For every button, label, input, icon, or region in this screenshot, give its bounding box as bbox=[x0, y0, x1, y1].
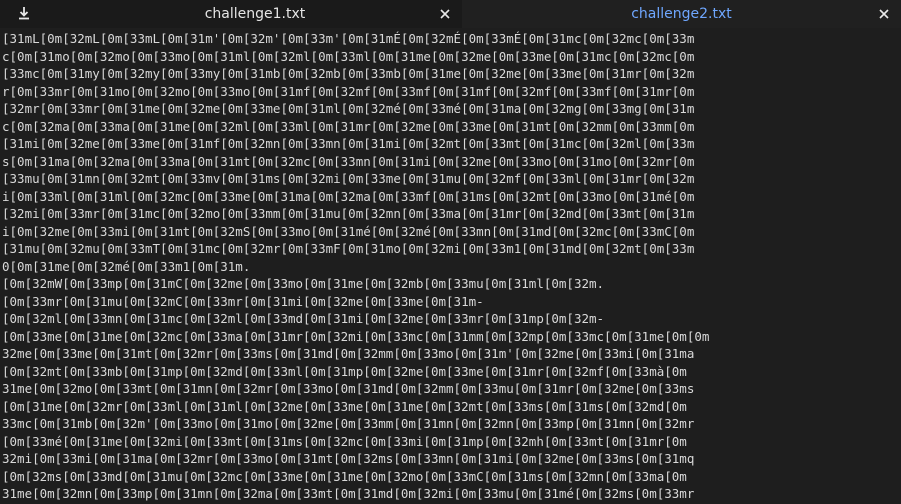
document-line: [0m[32mW[0m[33mp[0m[31mC[0m[32me[0m[33mo… bbox=[2, 276, 605, 291]
document-line: 33mc[0m[31mb[0m[32m'[0m[33mo[0m[31mo[0m[… bbox=[2, 416, 695, 431]
document-line: i[0m[33ml[0m[31ml[0m[32mc[0m[33me[0m[31m… bbox=[2, 188, 695, 204]
document-line: [33mc[0m[31my[0m[32my[0m[33my[0m[31mb[0m… bbox=[2, 66, 695, 81]
tab-close-button[interactable] bbox=[877, 6, 891, 20]
document-line: 31me[0m[32mo[0m[33mt[0m[31mn[0m[32mr[0m[… bbox=[2, 381, 695, 396]
document-line: c[0m[32ma[0m[33ma[0m[31me[0m[32ml[0m[33m… bbox=[2, 118, 695, 134]
document-line: 0[0m[31me[0m[32mé[0m[33m1[0m[31m. bbox=[2, 258, 251, 274]
document-line: s[0m[31ma[0m[32ma[0m[33ma[0m[31mt[0m[32m… bbox=[2, 153, 695, 169]
document-text-area[interactable]: [31mL[0m[32mL[0m[33mL[0m[31m'[0m[32m'[0m… bbox=[0, 28, 901, 504]
close-icon bbox=[440, 4, 450, 23]
document-line: c[0m[31mo[0m[32mo[0m[33mo[0m[31ml[0m[32m… bbox=[2, 48, 695, 64]
document-line: [0m[33me[0m[31me[0m[32mc[0m[33ma[0m[31mr… bbox=[2, 328, 710, 344]
tab-label: challenge1.txt bbox=[204, 6, 306, 22]
document-line: i[0m[32me[0m[33mi[0m[31mt[0m[32mS[0m[33m… bbox=[2, 223, 695, 239]
document-line: [33mu[0m[31mn[0m[32mt[0m[33mv[0m[31ms[0m… bbox=[2, 171, 695, 186]
close-icon bbox=[879, 4, 889, 23]
document-line: 32mi[0m[33mi[0m[31ma[0m[32mr[0m[33mo[0m[… bbox=[2, 451, 695, 466]
document-line: [31mL[0m[32mL[0m[33mL[0m[31m'[0m[32m'[0m… bbox=[2, 31, 695, 46]
document-line: 31me[0m[32mn[0m[33mp[0m[31mn[0m[32ma[0m[… bbox=[2, 486, 695, 501]
document-line: [0m[32ms[0m[33md[0m[31mu[0m[32mc[0m[33me… bbox=[2, 468, 687, 484]
tab-label: challenge2.txt bbox=[631, 6, 732, 22]
document-line: r[0m[33mr[0m[31mo[0m[32mo[0m[33mo[0m[31m… bbox=[2, 83, 695, 99]
document-line: [0m[33mé[0m[31me[0m[32mi[0m[33mt[0m[31ms… bbox=[2, 433, 687, 449]
document-line: [0m[32ml[0m[33mn[0m[31mc[0m[32ml[0m[33md… bbox=[2, 311, 605, 326]
document-line: [31mu[0m[32mu[0m[33mT[0m[31mc[0m[32mr[0m… bbox=[2, 241, 695, 256]
document-line: [32mr[0m[33mr[0m[31me[0m[32me[0m[33me[0m… bbox=[2, 101, 695, 116]
download-button[interactable] bbox=[0, 0, 48, 28]
tab-close-button[interactable] bbox=[438, 6, 452, 20]
tab-bar: challenge1.txt challenge2.txt bbox=[0, 0, 901, 28]
document-line: [32mi[0m[33mr[0m[31mc[0m[32mo[0m[33mm[0m… bbox=[2, 206, 695, 221]
document-line: 32me[0m[33me[0m[31mt[0m[32mr[0m[33ms[0m[… bbox=[2, 346, 695, 361]
document-line: [0m[31me[0m[32mr[0m[33ml[0m[31ml[0m[32me… bbox=[2, 398, 687, 414]
document-line: [0m[32mt[0m[33mb[0m[31mp[0m[32md[0m[33ml… bbox=[2, 363, 687, 379]
document-line: [0m[33mr[0m[31mu[0m[32mC[0m[33mr[0m[31mi… bbox=[2, 293, 484, 309]
document-line: [31mi[0m[32me[0m[33me[0m[31mf[0m[32mn[0m… bbox=[2, 136, 695, 151]
download-icon bbox=[17, 5, 31, 24]
tab-challenge1[interactable]: challenge1.txt bbox=[48, 0, 462, 28]
tab-challenge2[interactable]: challenge2.txt bbox=[462, 0, 901, 28]
